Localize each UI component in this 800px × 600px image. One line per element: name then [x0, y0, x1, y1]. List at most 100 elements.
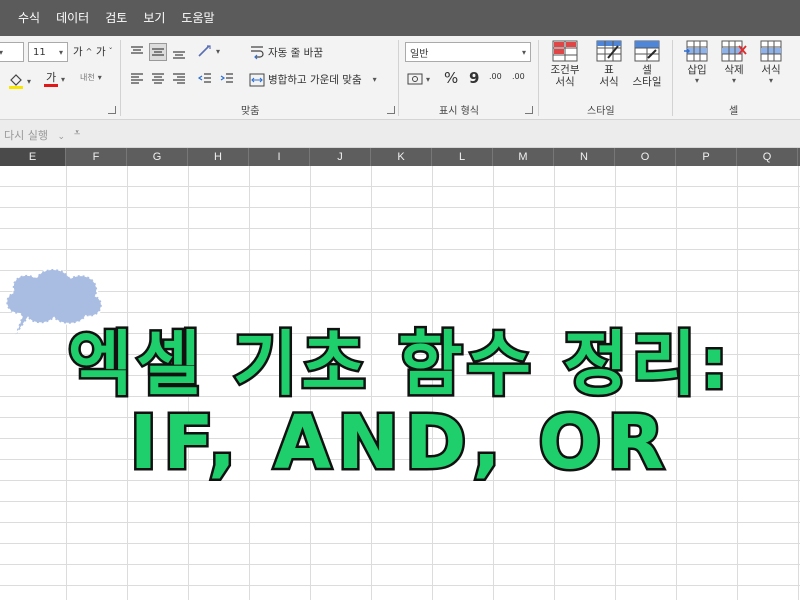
- font-group: ▾ 11 ▾ 가 ^ 가ˇ ▾ 가 ▾ 내천 ▾: [0, 36, 118, 120]
- decrease-decimal-button[interactable]: .00: [512, 72, 525, 81]
- column-header[interactable]: I: [249, 148, 310, 166]
- accounting-format-button[interactable]: ▾: [407, 72, 430, 86]
- redo-button[interactable]: 다시 실행 ⌄: [4, 127, 65, 143]
- chevron-down-icon: ▾: [372, 75, 377, 84]
- redo-label: 다시 실행: [4, 129, 48, 142]
- percent-style-button[interactable]: %: [444, 69, 458, 87]
- shrink-font-label: 가: [96, 46, 106, 58]
- chevron-down-icon: ▾: [694, 76, 699, 85]
- decrease-indent-icon[interactable]: [197, 71, 213, 87]
- column-header[interactable]: J: [310, 148, 371, 166]
- align-middle-icon[interactable]: [149, 43, 167, 61]
- phonetic-button[interactable]: 내천 ▾: [80, 72, 102, 83]
- font-dialog-launcher[interactable]: [108, 106, 116, 114]
- column-header[interactable]: G: [127, 148, 188, 166]
- number-format-combo[interactable]: 일반 ▾: [405, 42, 531, 62]
- column-header[interactable]: H: [188, 148, 249, 166]
- tab-review[interactable]: 검토: [97, 0, 135, 36]
- insert-cells-label: 삽입: [687, 64, 707, 76]
- column-header[interactable]: M: [493, 148, 554, 166]
- merge-cells-icon: [249, 73, 265, 86]
- chevron-down-icon: ▾: [521, 47, 526, 57]
- tab-data[interactable]: 데이터: [48, 0, 97, 36]
- alignment-group: ▾ 자동 줄 바꿈 병합하고 가운데 맞춤 ▾ 맞춤: [121, 36, 397, 120]
- quick-access-bar: 다시 실행 ⌄ ⩡: [0, 120, 800, 148]
- comma-icon: 9: [469, 69, 480, 87]
- alignment-dialog-launcher[interactable]: [387, 106, 395, 114]
- column-header[interactable]: F: [66, 148, 127, 166]
- conditional-formatting-icon: [552, 40, 578, 62]
- format-as-table-label: 표 서식: [599, 64, 619, 88]
- format-table-icon: [596, 40, 622, 62]
- cell-styles-button[interactable]: 셀 스타일: [621, 38, 673, 100]
- wrap-text-icon: [251, 46, 264, 60]
- chevron-down-icon: ▾: [216, 46, 221, 56]
- align-left-icon[interactable]: [129, 71, 145, 87]
- alignment-group-label: 맞춤: [241, 106, 260, 117]
- format-cells-button[interactable]: 서식 ▾: [745, 38, 797, 100]
- headline-subtitle: IF, AND, OR: [127, 398, 671, 489]
- orientation-button[interactable]: ▾: [197, 44, 220, 58]
- column-header[interactable]: N: [554, 148, 615, 166]
- cell-styles-icon: [634, 40, 660, 62]
- increase-decimal-icon: .00: [489, 72, 502, 81]
- format-cells-icon: [760, 40, 782, 62]
- column-header[interactable]: O: [615, 148, 676, 166]
- increase-indent-icon[interactable]: [219, 71, 235, 87]
- column-header[interactable]: K: [371, 148, 432, 166]
- chevron-down-icon: ⌄: [57, 132, 66, 142]
- ribbon: ▾ 11 ▾ 가 ^ 가ˇ ▾ 가 ▾ 내천 ▾ ▾ 자동 줄 바꿈 병합하고 …: [0, 36, 800, 120]
- chevron-down-icon: ▾: [768, 76, 773, 85]
- tab-formulas[interactable]: 수식: [10, 0, 48, 36]
- delete-cells-icon: [721, 40, 747, 62]
- decrease-decimal-icon: .00: [512, 72, 525, 81]
- number-group: 일반 ▾ ▾ % 9 .00 .00 표시 형식: [399, 36, 537, 120]
- insert-cells-icon: [684, 40, 708, 62]
- fill-color-button[interactable]: ▾: [8, 72, 31, 90]
- align-top-icon[interactable]: [129, 44, 145, 60]
- align-bottom-icon[interactable]: [171, 44, 187, 60]
- font-size-combo[interactable]: 11 ▾: [28, 42, 68, 62]
- styles-group-label: 스타일: [587, 106, 615, 117]
- text-orientation-icon: [198, 45, 211, 57]
- red-underline-icon: [44, 84, 58, 87]
- font-name-combo[interactable]: ▾: [0, 42, 24, 62]
- wrap-text-label: 자동 줄 바꿈: [268, 46, 323, 59]
- merge-center-button[interactable]: 병합하고 가운데 맞춤 ▾: [249, 72, 377, 87]
- grow-font-button[interactable]: 가 ^: [73, 44, 92, 59]
- accounting-icon: [407, 73, 423, 85]
- font-color-label: 가: [45, 71, 57, 84]
- shrink-font-button[interactable]: 가ˇ: [96, 44, 113, 59]
- number-group-label: 표시 형식: [439, 106, 479, 117]
- align-center-icon[interactable]: [150, 71, 166, 87]
- delete-cells-label: 삭제: [724, 64, 744, 76]
- align-right-icon[interactable]: [171, 71, 187, 87]
- chevron-down-icon: ▾: [731, 76, 736, 85]
- column-header[interactable]: E: [0, 148, 66, 166]
- cells-group: 삽입 ▾ 삭제 ▾ 서식 ▾ 셀: [673, 36, 800, 120]
- menu-bar: 수식 데이터 검토 보기 도움말: [0, 0, 800, 36]
- percent-icon: %: [444, 69, 459, 87]
- customize-toolbar-icon[interactable]: ⩡: [74, 126, 80, 140]
- number-format-value: 일반: [410, 48, 429, 60]
- font-color-button[interactable]: 가 ▾: [44, 72, 65, 87]
- chevron-down-icon: ▾: [27, 76, 32, 86]
- conditional-formatting-label: 조건부 서식: [550, 64, 580, 88]
- chevron-down-icon: ▾: [0, 47, 4, 57]
- chevron-down-icon: ▾: [426, 74, 431, 84]
- column-header[interactable]: Q: [737, 148, 798, 166]
- tab-help[interactable]: 도움말: [173, 0, 222, 36]
- column-headers: E F G H I J K L M N O P Q: [0, 148, 800, 166]
- headline-title: 엑셀 기초 함수 정리:: [65, 321, 733, 408]
- column-header[interactable]: L: [432, 148, 493, 166]
- styles-group: 조건부 서식 표 서식 셀 스타일 스타일: [539, 36, 671, 120]
- wrap-text-button[interactable]: 자동 줄 바꿈: [249, 44, 323, 60]
- tab-view[interactable]: 보기: [135, 0, 173, 36]
- chevron-down-icon: ▾: [61, 75, 66, 84]
- comma-style-button[interactable]: 9: [469, 69, 479, 87]
- increase-decimal-button[interactable]: .00: [489, 72, 502, 81]
- number-dialog-launcher[interactable]: [525, 106, 533, 114]
- chevron-down-icon: ▾: [97, 73, 102, 82]
- column-header[interactable]: P: [676, 148, 737, 166]
- font-size-value: 11: [33, 46, 46, 58]
